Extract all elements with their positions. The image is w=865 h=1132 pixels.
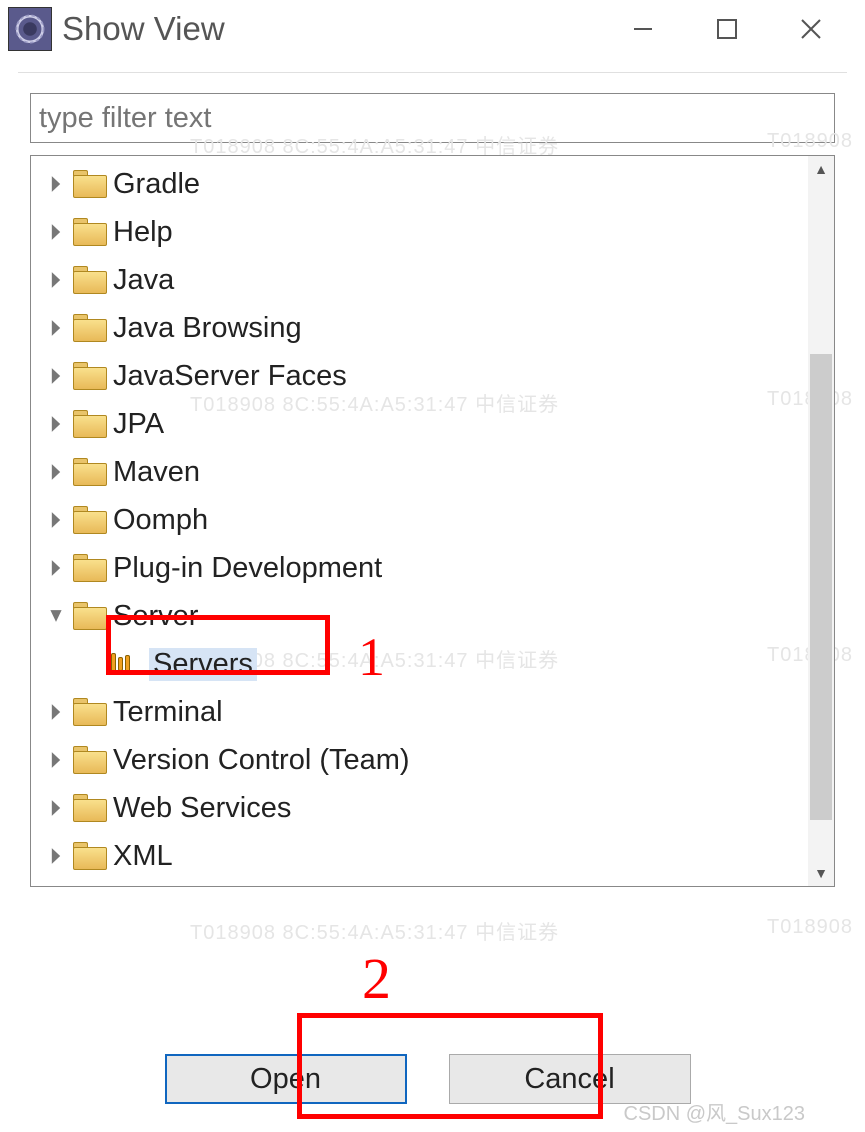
watermark: T018908 [767,916,853,939]
chevron-right-icon[interactable] [43,174,69,194]
chevron-right-icon[interactable] [43,366,69,386]
tree-item[interactable]: Java [31,256,808,304]
folder-icon [73,506,107,534]
annotation-2: 2 [362,945,391,1012]
tree-item-label: JPA [113,408,164,441]
folder-icon [73,602,107,630]
tree-item-label: Java [113,264,174,297]
folder-icon [73,218,107,246]
titlebar: Show View [0,0,865,58]
tree-item-label: XML [113,840,173,873]
minimize-button[interactable] [623,9,663,49]
folder-icon [73,554,107,582]
folder-icon [73,410,107,438]
chevron-right-icon[interactable] [43,222,69,242]
tree-item[interactable]: Oomph [31,496,808,544]
chevron-right-icon[interactable] [43,702,69,722]
tree-item-label: Plug-in Development [113,552,382,585]
tree-item[interactable]: Maven [31,448,808,496]
folder-icon [73,698,107,726]
tree-item-label: Web Services [113,792,291,825]
view-tree[interactable]: Gradle Help Java Java Browsing JavaServe… [31,156,808,886]
chevron-right-icon[interactable] [43,846,69,866]
chevron-right-icon[interactable] [43,462,69,482]
tree-item[interactable]: XML [31,832,808,880]
tree-item[interactable]: JPA [31,400,808,448]
servers-icon [111,651,141,677]
tree-item[interactable]: Version Control (Team) [31,736,808,784]
tree-item-label: Help [113,216,173,249]
watermark: T018908 8C:55:4A:A5:31:47 中信证券 [190,916,559,945]
annotation-1: 1 [358,626,385,688]
maximize-button[interactable] [707,9,747,49]
chevron-right-icon[interactable] [43,414,69,434]
tree-item-label: Oomph [113,504,208,537]
chevron-right-icon[interactable] [43,318,69,338]
folder-icon [73,266,107,294]
filter-input[interactable] [30,93,835,143]
chevron-right-icon[interactable] [43,798,69,818]
folder-icon [73,746,107,774]
tree-item[interactable]: Gradle [31,160,808,208]
chevron-right-icon[interactable] [43,558,69,578]
tree-item[interactable]: Java Browsing [31,304,808,352]
folder-icon [73,794,107,822]
tree-item[interactable]: JavaServer Faces [31,352,808,400]
scroll-thumb[interactable] [810,354,832,820]
tree-container: Gradle Help Java Java Browsing JavaServe… [30,155,835,887]
folder-icon [73,362,107,390]
folder-icon [73,170,107,198]
tree-item-label: Terminal [113,696,223,729]
tree-item[interactable]: Web Services [31,784,808,832]
scrollbar[interactable]: ▲ ▼ [808,156,834,886]
chevron-right-icon[interactable] [43,270,69,290]
chevron-down-icon[interactable] [43,606,69,626]
tree-item-label: Java Browsing [113,312,302,345]
chevron-right-icon[interactable] [43,510,69,530]
folder-icon [73,458,107,486]
tree-item-label: Server [113,600,198,633]
tree-item-label: Version Control (Team) [113,744,410,777]
tree-item-label: Gradle [113,168,200,201]
open-button[interactable]: Open [165,1054,407,1104]
chevron-right-icon[interactable] [43,750,69,770]
scroll-down-icon[interactable]: ▼ [808,862,834,884]
folder-icon [73,314,107,342]
tree-item[interactable]: Other [31,880,808,886]
window-title: Show View [62,10,623,48]
tree-item-label: Servers [149,648,257,681]
tree-item[interactable]: Terminal [31,688,808,736]
scroll-up-icon[interactable]: ▲ [808,158,834,180]
tree-child-item[interactable]: Servers [31,640,808,688]
tree-item-label: JavaServer Faces [113,360,347,393]
tree-item[interactable]: Plug-in Development [31,544,808,592]
credit-text: CSDN @风_Sux123 [624,1097,805,1126]
eclipse-icon [8,7,52,51]
tree-item-label: Maven [113,456,200,489]
tree-item[interactable]: Server [31,592,808,640]
close-button[interactable] [791,9,831,49]
folder-icon [73,842,107,870]
tree-item[interactable]: Help [31,208,808,256]
